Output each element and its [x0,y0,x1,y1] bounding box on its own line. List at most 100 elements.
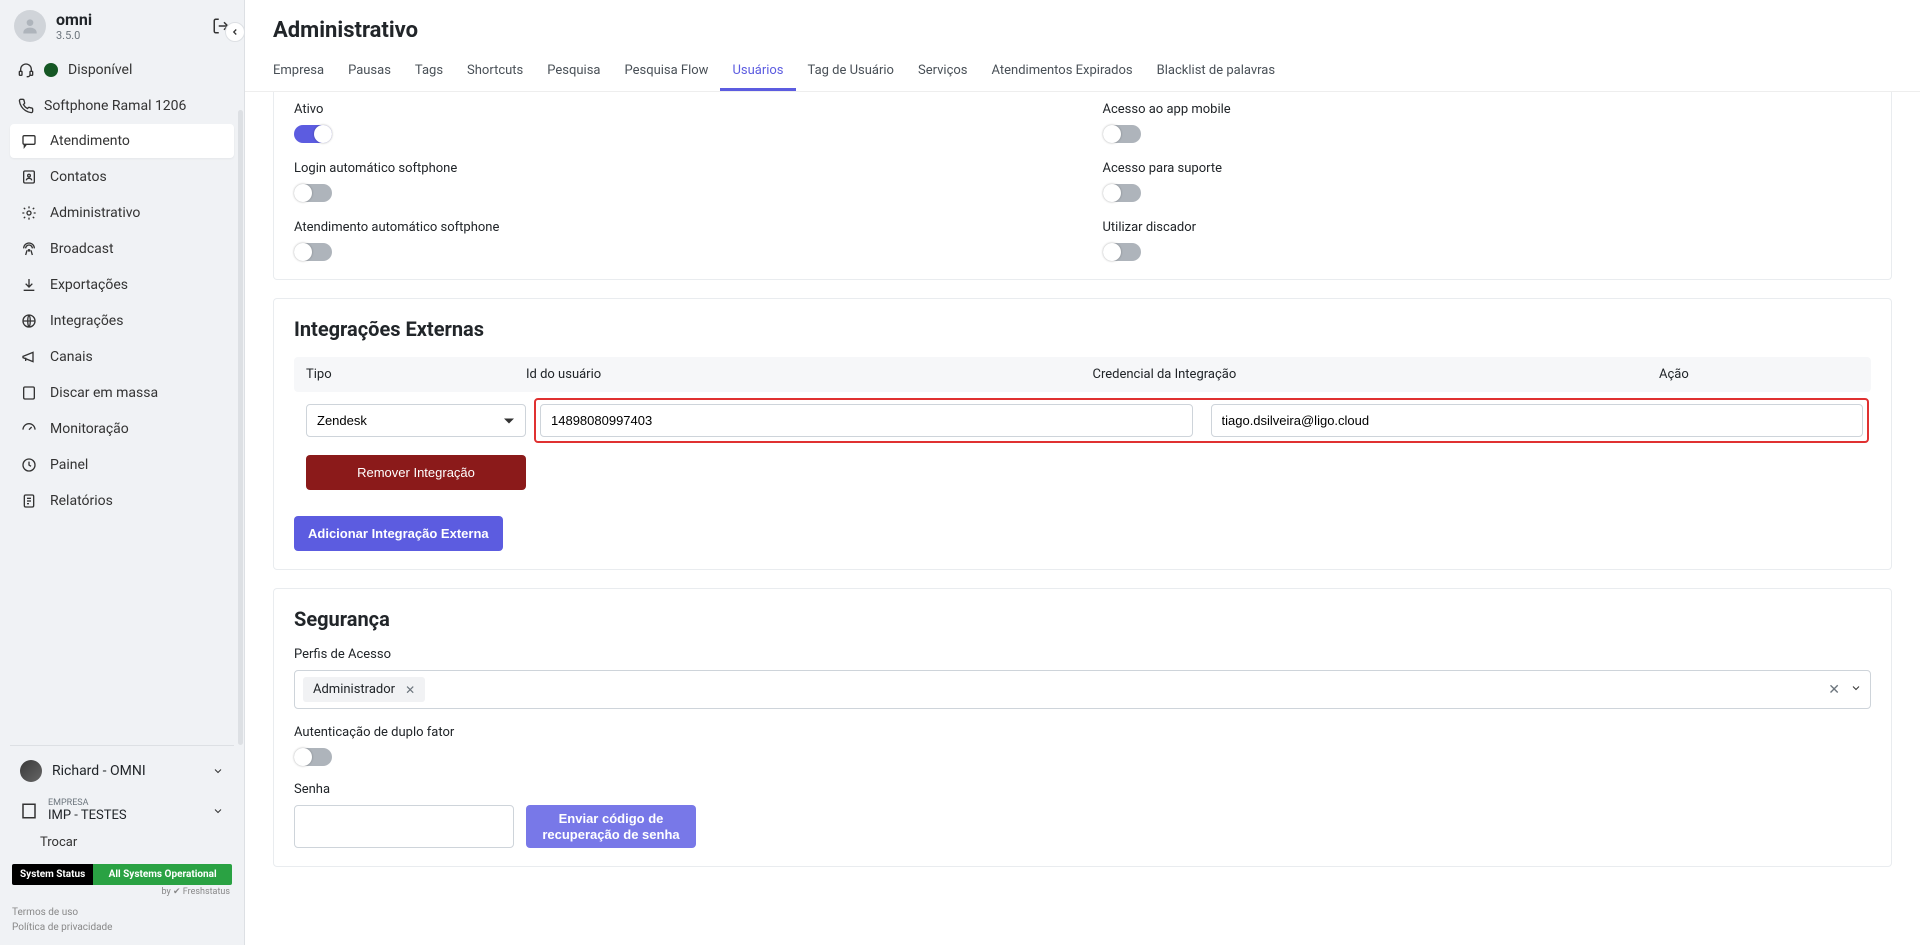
clear-all-icon[interactable]: ✕ [1828,682,1840,698]
privacy-link[interactable]: Política de privacidade [12,920,232,935]
toggle-support[interactable] [1103,184,1141,202]
toggle-autoattend[interactable] [294,243,332,261]
chevron-down-icon [212,765,224,777]
tab-blacklist[interactable]: Blacklist de palavras [1145,53,1287,91]
integration-type-select-wrap: Zendesk [306,404,526,437]
nav-broadcast[interactable]: Broadcast [10,232,234,266]
integrations-card: Integrações Externas Tipo Id do usuário … [273,298,1892,570]
nav-atendimento[interactable]: Atendimento [10,124,234,158]
integration-row: Zendesk Remover Integração [294,392,1871,502]
softphone-label: Softphone Ramal 1206 [44,98,186,114]
toggle-label-autoattend: Atendimento automático softphone [294,220,1063,235]
nav-administrativo[interactable]: Administrativo [10,196,234,230]
toggle-label-mobile: Acesso ao app mobile [1103,102,1872,117]
tab-atendimentos[interactable]: Atendimentos Expirados [980,53,1145,91]
tab-pesquisa[interactable]: Pesquisa [535,53,612,91]
chip-label: Administrador [313,682,395,697]
sidebar-user-profile[interactable]: Richard - OMNI [10,752,234,790]
tabs-bar: Empresa Pausas Tags Shortcuts Pesquisa P… [245,53,1920,92]
th-cred: Credencial da Integração [1093,367,1660,382]
th-tipo: Tipo [306,367,526,382]
send-recovery-button[interactable]: Enviar código de recuperação de senha [526,805,696,848]
integrations-table-header: Tipo Id do usuário Credencial da Integra… [294,357,1871,392]
tab-tagusuario[interactable]: Tag de Usuário [796,53,906,91]
sidebar-scrollbar[interactable] [238,110,243,745]
status-badge-value: All Systems Operational [93,864,232,885]
sidebar-company-selector[interactable]: EMPRESA IMP - TESTES [10,790,234,831]
toggle-label-dialer: Utilizar discador [1103,220,1872,235]
swap-company-link[interactable]: Trocar [0,831,244,854]
dashboard-icon [20,457,38,473]
admin-icon [20,205,38,221]
app-name: omni [56,10,92,29]
user-name: Richard - OMNI [52,763,146,779]
globe-icon [20,313,38,329]
nav-relatorios[interactable]: Relatórios [10,484,234,518]
nav-integracoes[interactable]: Integrações [10,304,234,338]
profiles-input[interactable]: Administrador ✕ ✕ [294,670,1871,709]
softphone-info[interactable]: Softphone Ramal 1206 [0,88,244,124]
download-icon [20,277,38,293]
toggle-label-ativo: Ativo [294,102,1063,117]
profiles-label: Perfis de Acesso [294,647,1871,662]
app-version: 3.5.0 [56,29,92,42]
phone-icon [18,98,34,114]
nav-painel[interactable]: Painel [10,448,234,482]
chat-icon [20,133,38,149]
company-label: EMPRESA [48,798,127,808]
nav-exportacoes[interactable]: Exportações [10,268,234,302]
broadcast-icon [20,241,38,257]
toggle-label-support: Acesso para suporte [1103,161,1872,176]
user-avatar [14,10,46,42]
twofa-label: Autenticação de duplo fator [294,725,1871,740]
profile-chip: Administrador ✕ [303,677,425,702]
th-acao: Ação [1659,367,1859,382]
remove-integration-button[interactable]: Remover Integração [306,455,526,490]
tab-pesquisaflow[interactable]: Pesquisa Flow [612,53,720,91]
nav-contatos[interactable]: Contatos [10,160,234,194]
status-badge-label: System Status [12,864,93,885]
password-label: Senha [294,782,1871,797]
headset-icon [18,62,34,78]
th-id: Id do usuário [526,367,1093,382]
status-available[interactable]: Disponível [0,52,244,88]
sidebar-header: omni 3.5.0 [0,0,244,52]
tab-usuarios[interactable]: Usuários [720,53,795,91]
password-input[interactable] [294,805,514,848]
toggle-ativo[interactable] [294,125,332,143]
toggle-twofa[interactable] [294,748,332,766]
toggle-autologin[interactable] [294,184,332,202]
integration-userid-input[interactable] [540,404,1193,437]
sidebar-collapse-button[interactable] [225,22,245,42]
integrations-title: Integrações Externas [294,317,1871,341]
toggle-dialer[interactable] [1103,243,1141,261]
nav-monitoracao[interactable]: Monitoração [10,412,234,446]
gauge-icon [20,421,38,437]
tab-pausas[interactable]: Pausas [336,53,403,91]
tab-shortcuts[interactable]: Shortcuts [455,53,535,91]
toggle-mobile[interactable] [1103,125,1141,143]
nav-canais[interactable]: Canais [10,340,234,374]
freshstatus-credit: by ✔ Freshstatus [0,887,244,901]
status-indicator-dot [44,63,58,77]
tab-empresa[interactable]: Empresa [261,53,336,91]
integration-credential-input[interactable] [1211,404,1864,437]
sidebar: omni 3.5.0 Disponível Softphone Ramal 12… [0,0,245,945]
contacts-icon [20,169,38,185]
toggle-label-autologin: Login automático softphone [294,161,1063,176]
chevron-down-icon[interactable] [1850,682,1862,698]
user-avatar-small [20,760,42,782]
highlighted-fields [534,398,1869,443]
integration-type-select[interactable]: Zendesk [306,404,526,437]
add-integration-button[interactable]: Adicionar Integração Externa [294,516,503,551]
company-name: IMP - TESTES [48,808,127,823]
nav-discar[interactable]: Discar em massa [10,376,234,410]
chip-remove-icon[interactable]: ✕ [405,683,415,697]
tab-tags[interactable]: Tags [403,53,455,91]
megaphone-icon [20,349,38,365]
tab-servicos[interactable]: Serviços [906,53,980,91]
dialer-icon [20,385,38,401]
report-icon [20,493,38,509]
terms-link[interactable]: Termos de uso [12,905,232,920]
system-status-badge[interactable]: System Status All Systems Operational [12,864,232,885]
